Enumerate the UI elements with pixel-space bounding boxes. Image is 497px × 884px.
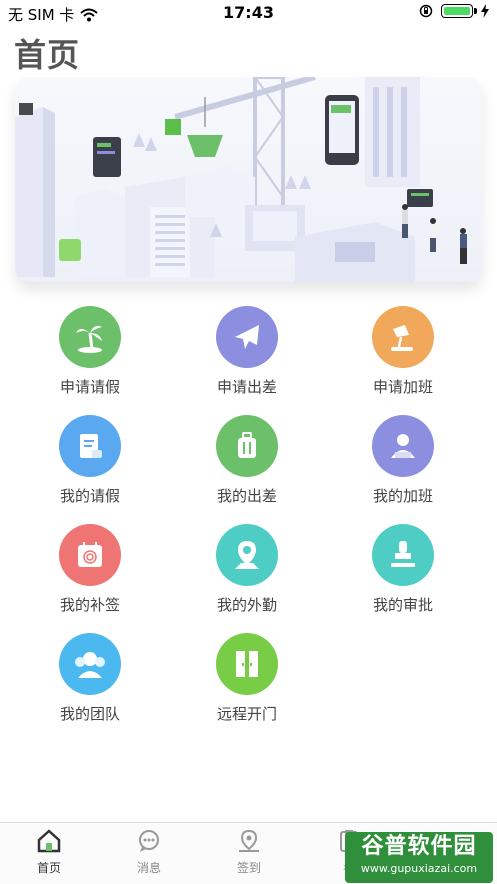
my-business-trip-button[interactable]: 我的出差 <box>187 415 307 506</box>
map-pin-icon <box>216 524 278 586</box>
remote-door-open-button[interactable]: 远程开门 <box>187 633 307 724</box>
my-overtime-button[interactable]: 我的加班 <box>343 415 463 506</box>
my-approval-button[interactable]: 我的审批 <box>343 524 463 615</box>
cell-label: 申请加班 <box>372 378 433 396</box>
my-team-button[interactable]: 我的团队 <box>30 633 150 724</box>
cell-label: 我的加班 <box>372 487 433 505</box>
my-field-work-button[interactable]: 我的外勤 <box>187 524 307 615</box>
charging-icon <box>481 4 489 18</box>
tab-label: 首页 <box>36 861 61 875</box>
cell-label: 我的出差 <box>216 487 277 505</box>
palm-tree-icon <box>59 306 121 368</box>
apply-leave-button[interactable]: 申请请假 <box>30 306 150 397</box>
suitcase-icon <box>216 415 278 477</box>
cell-label: 我的审批 <box>372 596 433 614</box>
cell-label: 申请出差 <box>216 378 277 396</box>
team-icon <box>59 633 121 695</box>
cell-label: 我的外勤 <box>216 596 277 614</box>
fingerprint-calendar-icon <box>59 524 121 586</box>
cell-label: 远程开门 <box>216 705 277 723</box>
desk-lamp-icon <box>372 306 434 368</box>
worker-icon <box>372 415 434 477</box>
apply-business-trip-button[interactable]: 申请出差 <box>187 306 307 397</box>
cell-label: 我的请假 <box>59 487 120 505</box>
leave-document-icon <box>59 415 121 477</box>
airplane-icon <box>216 306 278 368</box>
gift-box-top <box>19 103 33 115</box>
banner-illustration[interactable] <box>15 77 482 282</box>
home-icon <box>37 829 61 853</box>
cell-label: 申请请假 <box>59 378 120 396</box>
door-icon <box>216 633 278 695</box>
cell-label: 我的补签 <box>59 596 120 614</box>
apply-overtime-button[interactable]: 申请加班 <box>343 306 463 397</box>
cell-label: 我的团队 <box>59 705 120 723</box>
tab-label: 签到 <box>236 861 261 875</box>
tab-checkin[interactable]: 签到 <box>209 829 289 876</box>
message-icon <box>139 830 159 852</box>
status-bar: 无 SIM 卡 17:43 <box>0 0 497 26</box>
orientation-lock-icon <box>419 4 433 18</box>
watermark-logo: 谷普软件园 www.gupuxiazai.com <box>345 832 493 883</box>
city-illustration <box>15 77 467 282</box>
tab-label: 消息 <box>136 861 161 875</box>
battery-icon <box>441 4 477 18</box>
status-right <box>419 4 489 18</box>
watermark-text: 谷普软件园 <box>361 834 477 859</box>
location-icon <box>239 829 259 852</box>
page-title: 首页 <box>14 36 81 74</box>
stamp-icon <box>372 524 434 586</box>
my-leave-button[interactable]: 我的请假 <box>30 415 150 506</box>
tab-messages[interactable]: 消息 <box>109 829 189 876</box>
my-makeup-signin-button[interactable]: 我的补签 <box>30 524 150 615</box>
tab-home[interactable]: 首页 <box>9 829 89 876</box>
watermark-url: www.gupuxiazai.com <box>360 862 478 875</box>
